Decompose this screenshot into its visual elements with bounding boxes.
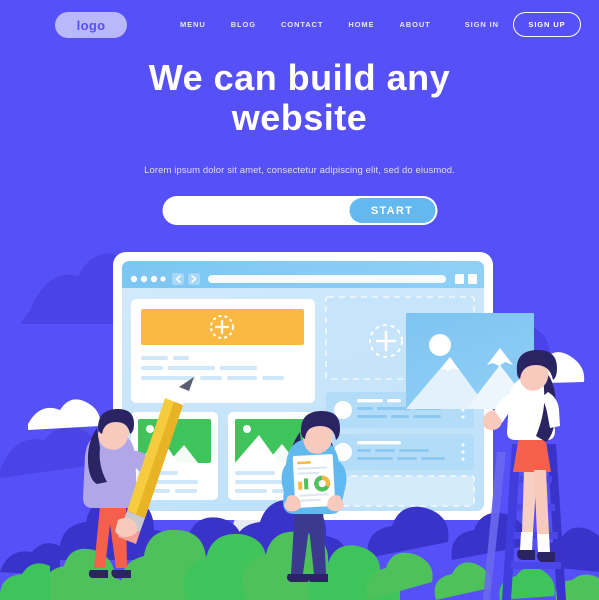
sign-up-button[interactable]: SIGN UP — [513, 12, 581, 37]
headline-line-1: We can build any — [148, 57, 451, 98]
logo-text: logo — [76, 17, 106, 33]
dropzone-lower — [325, 475, 475, 507]
landing-page: logo MENU BLOG CONTACT HOME ABOUT SIGN I… — [0, 0, 599, 600]
hero-section: We can build any website Lorem ipsum dol… — [0, 57, 599, 225]
site-header: logo MENU BLOG CONTACT HOME ABOUT SIGN I… — [0, 0, 599, 52]
content-card-hero — [131, 299, 315, 403]
list-row-2 — [326, 434, 474, 470]
main-navigation: MENU BLOG CONTACT HOME ABOUT — [180, 20, 431, 29]
start-button[interactable]: START — [349, 198, 435, 223]
nav-item-blog[interactable]: BLOG — [231, 20, 256, 29]
headline-line-2: website — [231, 97, 368, 139]
nav-item-about[interactable]: ABOUT — [399, 20, 430, 29]
sign-in-link[interactable]: SIGN IN — [465, 20, 499, 29]
browser-title-bar — [122, 261, 484, 288]
nav-item-menu[interactable]: MENU — [180, 20, 206, 29]
nav-item-contact[interactable]: CONTACT — [281, 20, 323, 29]
hero-search-bar[interactable]: START — [162, 196, 437, 225]
hero-subtitle: Lorem ipsum dolor sit amet, consectetur … — [144, 164, 455, 176]
page-title: We can build any website — [0, 57, 599, 139]
nav-item-home[interactable]: HOME — [348, 20, 374, 29]
auth-actions: SIGN IN SIGN UP — [465, 12, 581, 37]
logo-button[interactable]: logo — [55, 12, 127, 38]
